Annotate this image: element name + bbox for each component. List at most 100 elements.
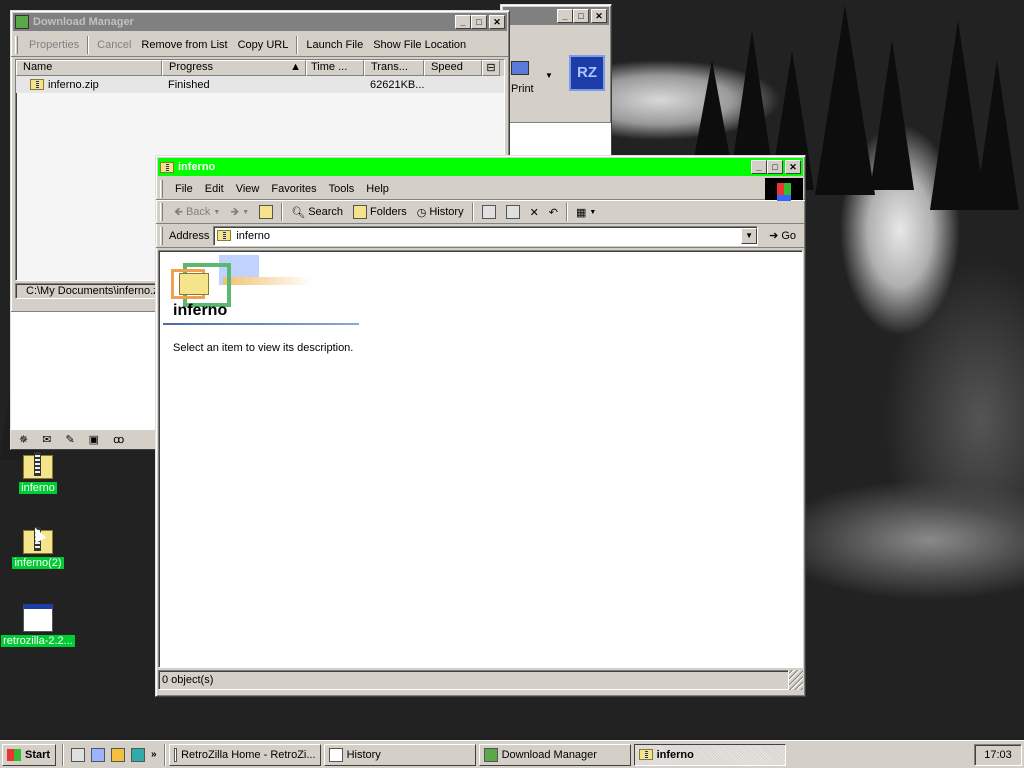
column-progress[interactable]: Progress ▲	[162, 60, 306, 76]
download-toolbar: Properties Cancel Remove from List Copy …	[11, 33, 509, 57]
zip-folder-icon	[638, 749, 653, 760]
close-button[interactable]: ✕	[785, 160, 801, 174]
maximize-button[interactable]: □	[573, 9, 589, 23]
address-book-icon[interactable]: ▣	[89, 433, 99, 446]
menu-view[interactable]: View	[230, 183, 266, 195]
menu-edit[interactable]: Edit	[199, 183, 230, 195]
go-arrow-icon: ➔	[769, 230, 779, 242]
folder-view: inferno Select an item to view its descr…	[158, 250, 803, 668]
wallpaper-tree	[975, 60, 1019, 210]
show-desktop-icon[interactable]	[71, 747, 85, 762]
menu-file[interactable]: File	[169, 183, 199, 195]
maximize-button[interactable]: □	[767, 160, 783, 174]
go-button[interactable]: ➔ Go	[764, 226, 801, 246]
show-file-location-button[interactable]: Show File Location	[368, 35, 471, 55]
file-progress: Finished	[168, 78, 210, 91]
menu-help[interactable]: Help	[360, 183, 395, 195]
chevron-right-icon[interactable]: »	[151, 749, 157, 760]
menu-favorites[interactable]: Favorites	[265, 183, 322, 195]
address-dropdown-icon[interactable]: ▼	[741, 227, 758, 244]
desktop-icon-retrozilla[interactable]: retrozilla-2.2...	[0, 604, 76, 647]
download-icon	[15, 15, 29, 29]
download-icon	[483, 747, 498, 762]
wallpaper-tree	[815, 5, 875, 195]
menu-tools[interactable]: Tools	[323, 183, 361, 195]
copy-to-icon	[505, 205, 520, 219]
column-time[interactable]: Time ...	[306, 60, 364, 76]
explorer-window: inferno _ □ ✕ File Edit View Favorites T…	[155, 155, 806, 697]
window-icon	[23, 604, 53, 632]
print-button[interactable]: Print	[511, 83, 534, 95]
chevron-down-icon: ▼	[213, 208, 221, 216]
maximize-button[interactable]: □	[471, 15, 487, 29]
history-button[interactable]: ◷ History	[412, 202, 469, 222]
desktop-icon-inferno[interactable]: inferno	[0, 452, 76, 494]
composer-icon[interactable]: ✎	[65, 433, 74, 446]
windows-flag-icon	[777, 182, 791, 195]
heading-underline	[163, 323, 359, 325]
channels-icon[interactable]	[131, 747, 145, 762]
mail-icon[interactable]: ✉	[42, 433, 51, 446]
minimize-button[interactable]: _	[455, 15, 471, 29]
close-button[interactable]: ✕	[591, 9, 607, 23]
browser-titlebar: _ □ ✕	[503, 7, 609, 25]
column-speed[interactable]: Speed	[424, 60, 482, 76]
browser-toolbar: Print ▼ RZ	[501, 27, 611, 123]
zip-folder-icon	[160, 161, 174, 173]
delete-button[interactable]: ✕	[525, 202, 544, 222]
properties-button[interactable]: Properties	[24, 35, 84, 55]
zip-folder-icon	[179, 273, 209, 295]
cancel-button[interactable]: Cancel	[92, 35, 136, 55]
up-folder-button[interactable]	[254, 202, 278, 222]
navigator-icon[interactable]: ✵	[19, 433, 28, 446]
forward-button[interactable]: 🡺 ▼	[225, 202, 254, 222]
task-inferno[interactable]: inferno	[633, 743, 786, 766]
internet-icon[interactable]	[91, 747, 105, 762]
folder-description: Select an item to view its description.	[173, 342, 354, 354]
address-value: inferno	[236, 229, 270, 242]
wallpaper-tree	[870, 40, 914, 190]
clock[interactable]: 17:03	[974, 743, 1022, 766]
undo-icon: ↶	[548, 206, 559, 219]
menubar-grip	[160, 179, 163, 198]
column-transferred[interactable]: Trans...	[364, 60, 424, 76]
chevron-down-icon[interactable]: ▼	[545, 71, 553, 80]
column-picker-icon[interactable]: ⊟	[482, 60, 500, 76]
address-input[interactable]: inferno ▼	[213, 225, 759, 246]
address-bar: Address inferno ▼ ➔ Go	[156, 224, 805, 248]
list-header: Name Progress ▲ Time ... Trans... Speed ⊟	[16, 60, 504, 76]
back-button[interactable]: 🡸 Back ▼	[169, 202, 225, 222]
launch-file-button[interactable]: Launch File	[301, 35, 368, 55]
views-icon: ▦	[576, 206, 587, 219]
minimize-button[interactable]: _	[751, 160, 767, 174]
remove-from-list-button[interactable]: Remove from List	[136, 35, 232, 55]
taskbar: Start » RetroZilla Home - RetroZi... His…	[0, 740, 1024, 768]
close-button[interactable]: ✕	[489, 15, 505, 29]
media-player-icon[interactable]	[111, 747, 125, 762]
toolbar-grip	[160, 203, 163, 221]
column-name[interactable]: Name	[16, 60, 162, 76]
copy-to-button[interactable]	[501, 202, 525, 222]
minimize-button[interactable]: _	[557, 9, 573, 23]
task-retrozilla[interactable]: RetroZilla Home - RetroZi...	[168, 743, 321, 766]
search-button[interactable]: 🔍︎ Search	[286, 202, 348, 222]
zip-folder-icon	[23, 452, 53, 479]
move-to-button[interactable]	[477, 202, 501, 222]
table-row[interactable]: inferno.zip Finished 62621KB...	[16, 76, 504, 93]
task-history[interactable]: History	[323, 743, 476, 766]
start-button[interactable]: Start	[2, 743, 56, 766]
menu-row: File Edit View Favorites Tools Help	[156, 177, 805, 200]
windows-logo	[765, 177, 803, 200]
resize-grip[interactable]	[789, 670, 803, 690]
back-arrow-icon: 🡸	[174, 205, 183, 218]
folders-button[interactable]: Folders	[348, 202, 412, 222]
window-title: inferno	[178, 161, 216, 173]
printer-icon	[511, 61, 529, 75]
chat-icon[interactable]: ꝏ	[113, 433, 124, 446]
views-button[interactable]: ▦ ▼	[571, 202, 601, 222]
delete-icon: ✕	[529, 206, 539, 219]
copy-url-button[interactable]: Copy URL	[233, 35, 294, 55]
undo-button[interactable]: ↶	[544, 202, 563, 222]
task-download-manager[interactable]: Download Manager	[478, 743, 631, 766]
window-icon	[328, 747, 343, 762]
